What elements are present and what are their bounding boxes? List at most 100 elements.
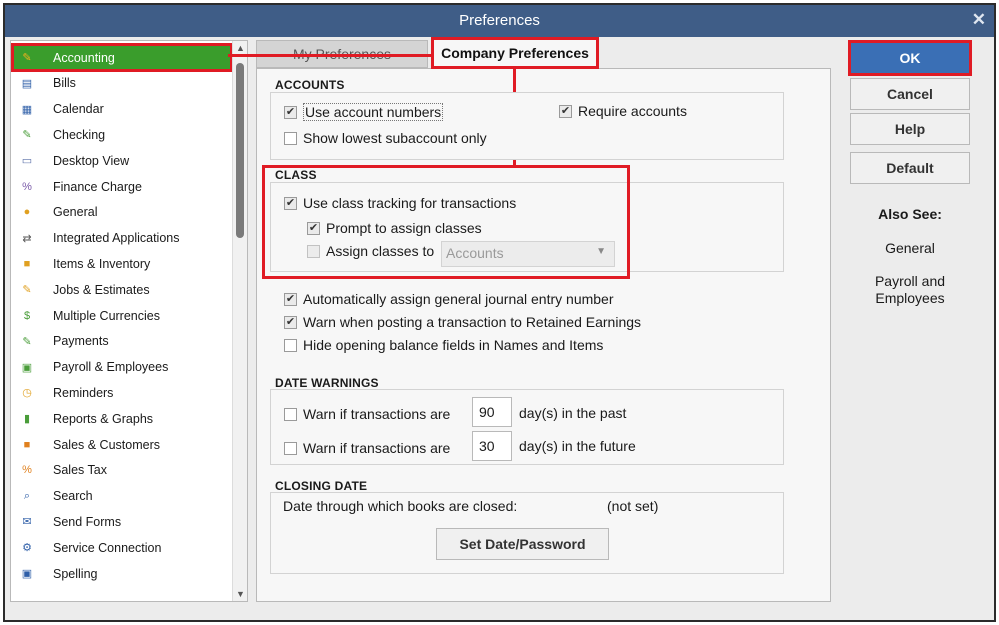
scroll-thumb[interactable]: [236, 63, 244, 238]
date-warnings-section-title: DATE WARNINGS: [275, 376, 379, 390]
finance-charge-icon: %: [22, 180, 32, 193]
future-days-suffix: day(s) in the future: [519, 438, 636, 454]
sidebar-item-label: Search: [53, 489, 93, 504]
require-accounts-checkbox[interactable]: ✔ Require accounts: [559, 103, 687, 119]
help-button[interactable]: Help: [850, 113, 970, 145]
tab-company-preferences[interactable]: Company Preferences: [431, 37, 599, 69]
checkbox-icon: [284, 338, 297, 352]
sidebar-scrollbar[interactable]: ▲ ▼: [232, 41, 247, 601]
annotation-line: [228, 54, 432, 57]
sidebar-item-label: Jobs & Estimates: [53, 282, 150, 297]
set-date-password-button[interactable]: Set Date/Password: [436, 528, 609, 560]
use-account-numbers-label: Use account numbers: [303, 103, 444, 121]
sidebar-item-label: Payments: [53, 334, 109, 349]
sidebar-item-search[interactable]: ⌕ Search: [13, 484, 231, 509]
checkbox-icon: ✔: [284, 292, 297, 306]
sidebar-item-checking[interactable]: ✎ Checking: [13, 122, 231, 147]
items-inventory-icon: ■: [23, 257, 31, 270]
sidebar-item-spelling[interactable]: ▣ Spelling: [13, 561, 231, 586]
default-button[interactable]: Default: [850, 152, 970, 184]
calendar-icon: ▦: [21, 103, 33, 116]
sidebar-item-send-forms[interactable]: ✉ Send Forms: [13, 509, 231, 534]
sidebar-item-general[interactable]: ● General: [13, 200, 231, 225]
sidebar-item-label: General: [53, 205, 98, 220]
sidebar-item-label: Reports & Graphs: [53, 411, 154, 426]
hide-opening-balance-checkbox[interactable]: Hide opening balance fields in Names and…: [284, 337, 603, 353]
scroll-down-icon[interactable]: ▼: [236, 589, 245, 599]
send-forms-icon: ✉: [22, 516, 32, 529]
accounting-icon: ✎: [22, 52, 32, 64]
sidebar-item-label: Desktop View: [53, 153, 130, 168]
sidebar-item-desktop-view[interactable]: ▭ Desktop View: [13, 148, 231, 173]
sidebar-item-label: Sales & Customers: [53, 437, 160, 452]
sidebar-item-label: Sales Tax: [53, 463, 107, 478]
spelling-icon: ▣: [21, 568, 33, 580]
also-see-title: Also See:: [878, 206, 942, 222]
service-connection-icon: ⚙: [22, 542, 32, 555]
use-account-numbers-checkbox[interactable]: ✔ Use account numbers: [284, 103, 444, 121]
checkbox-icon: [284, 407, 297, 421]
sidebar-item-reminders[interactable]: ◷ Reminders: [13, 380, 231, 405]
require-accounts-label: Require accounts: [578, 103, 687, 119]
closing-date-value: (not set): [607, 498, 659, 514]
multiple-currencies-icon: $: [23, 309, 31, 322]
ok-button[interactable]: OK: [848, 40, 972, 76]
also-see-general-link[interactable]: General: [850, 240, 970, 256]
sidebar-item-finance-charge[interactable]: % Finance Charge: [13, 174, 231, 199]
sidebar-item-label: Service Connection: [53, 540, 162, 555]
sidebar-item-label: Multiple Currencies: [53, 308, 160, 323]
checkbox-icon: ✔: [559, 104, 572, 118]
sidebar-item-multiple-currencies[interactable]: $ Multiple Currencies: [13, 303, 231, 328]
sidebar-item-service-connection[interactable]: ⚙ Service Connection: [13, 535, 231, 560]
warn-future-checkbox[interactable]: Warn if transactions are: [284, 440, 450, 456]
reports-graphs-icon: ▮: [23, 413, 31, 426]
sidebar-item-sales-tax[interactable]: % Sales Tax: [13, 458, 231, 483]
close-icon[interactable]: ✕: [972, 10, 986, 30]
sidebar-item-payments[interactable]: ✎ Payments: [13, 329, 231, 354]
future-days-input[interactable]: 30: [472, 431, 512, 461]
warn-past-checkbox[interactable]: Warn if transactions are: [284, 406, 450, 422]
sidebar-item-integrated-applications[interactable]: ⇄ Integrated Applications: [13, 226, 231, 251]
sidebar-item-label: Reminders: [53, 385, 114, 400]
warn-retained-earnings-checkbox[interactable]: ✔ Warn when posting a transaction to Ret…: [284, 314, 641, 330]
sidebar-item-sales-customers[interactable]: ■ Sales & Customers: [13, 432, 231, 457]
payments-icon: ✎: [22, 335, 32, 348]
also-see-payroll-link[interactable]: Payroll and Employees: [852, 273, 968, 307]
show-lowest-subaccount-checkbox[interactable]: Show lowest subaccount only: [284, 130, 487, 146]
sidebar-item-label: Payroll & Employees: [53, 360, 169, 375]
scroll-up-icon[interactable]: ▲: [236, 43, 245, 53]
accounts-section-title: ACCOUNTS: [275, 78, 345, 92]
sales-tax-icon: %: [22, 464, 32, 477]
hide-opening-balance-label: Hide opening balance fields in Names and…: [303, 337, 604, 353]
closing-date-label: Date through which books are closed:: [283, 498, 518, 514]
sidebar-item-label: Items & Inventory: [53, 256, 151, 271]
sidebar-item-payroll-employees[interactable]: ▣ Payroll & Employees: [13, 355, 231, 380]
sidebar-item-calendar[interactable]: ▦ Calendar: [13, 97, 231, 122]
sidebar-item-items-inventory[interactable]: ■ Items & Inventory: [13, 251, 231, 276]
sidebar-item-jobs-estimates[interactable]: ✎ Jobs & Estimates: [13, 277, 231, 302]
sidebar-item-label: Send Forms: [53, 514, 122, 529]
jobs-estimates-icon: ✎: [22, 284, 32, 297]
cancel-button[interactable]: Cancel: [850, 78, 970, 110]
preferences-sidebar: ✎ Accounting ▤ Bills ▦ Calendar ✎ Checking ▭ Desk…: [10, 40, 248, 602]
sidebar-item-accounting[interactable]: ✎ Accounting: [11, 43, 233, 72]
show-lowest-subaccount-label: Show lowest subaccount only: [303, 130, 487, 146]
sidebar-item-bills[interactable]: ▤ Bills: [13, 71, 231, 96]
bills-icon: ▤: [21, 77, 33, 90]
auto-journal-checkbox[interactable]: ✔ Automatically assign general journal e…: [284, 291, 614, 307]
past-days-input[interactable]: 90: [472, 397, 512, 427]
window-title: Preferences: [459, 12, 540, 29]
payroll-employees-icon: ▣: [21, 361, 33, 374]
class-highlight-box: [262, 165, 630, 279]
sidebar-item-label: Calendar: [53, 102, 104, 117]
sidebar-item-label: Accounting: [53, 50, 115, 65]
sidebar-item-reports-graphs[interactable]: ▮ Reports & Graphs: [13, 406, 231, 431]
search-icon: ⌕: [23, 489, 31, 502]
desktop-view-icon: ▭: [21, 155, 33, 168]
reminders-icon: ◷: [22, 387, 32, 400]
general-icon: ●: [23, 206, 31, 219]
sidebar-item-label: Spelling: [53, 566, 98, 581]
checkbox-icon: ✔: [284, 315, 297, 329]
checking-icon: ✎: [22, 129, 32, 142]
past-days-suffix: day(s) in the past: [519, 405, 627, 421]
